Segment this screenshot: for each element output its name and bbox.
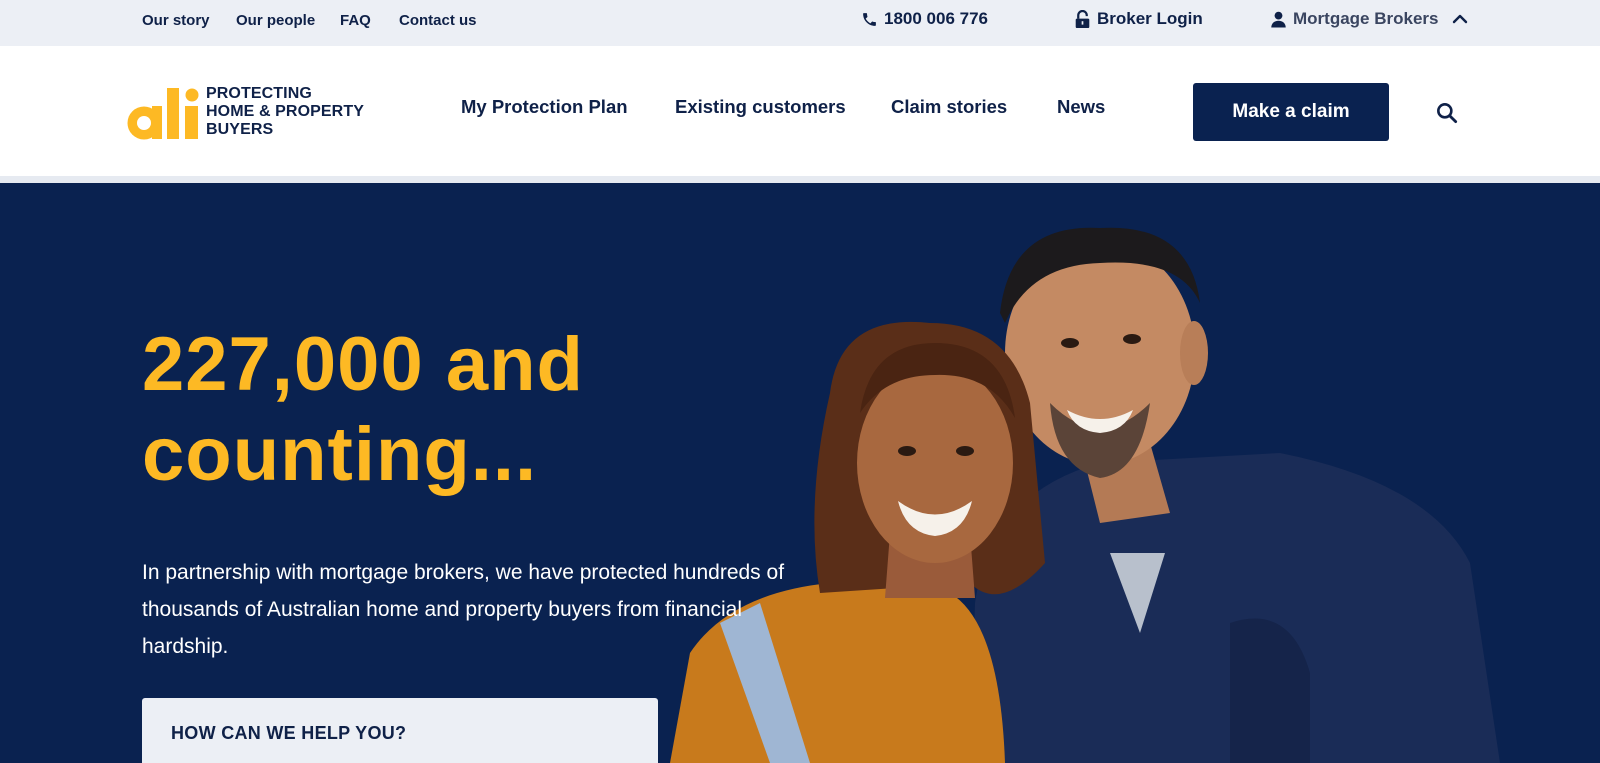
util-link-faq[interactable]: FAQ xyxy=(340,12,371,29)
nav-existing-customers[interactable]: Existing customers xyxy=(675,96,846,118)
user-icon xyxy=(1270,10,1287,28)
broker-login-label: Broker Login xyxy=(1097,9,1203,28)
phone-number: 1800 006 776 xyxy=(884,9,988,28)
util-link-our-people[interactable]: Our people xyxy=(236,12,315,29)
util-link-our-story[interactable]: Our story xyxy=(142,12,210,29)
hero-title: 227,000 and counting... xyxy=(142,320,702,500)
nav-my-protection-plan[interactable]: My Protection Plan xyxy=(461,96,628,118)
phone-link[interactable]: 1800 006 776 xyxy=(861,9,988,29)
broker-login-link[interactable]: Broker Login xyxy=(1074,9,1203,29)
logo-wordmark-graphic xyxy=(127,88,199,140)
utility-bar: Our story Our people FAQ Contact us 1800… xyxy=(0,0,1600,46)
audience-switch[interactable]: Mortgage Brokers xyxy=(1270,9,1468,29)
hero-title-line: 227,000 and xyxy=(142,322,584,407)
logo[interactable]: PROTECTING HOME & PROPERTY BUYERS xyxy=(124,84,364,142)
util-link-contact-us[interactable]: Contact us xyxy=(399,12,477,29)
hero-couple-photo xyxy=(670,227,1500,763)
lock-icon xyxy=(1074,9,1091,29)
hero-title-line: counting... xyxy=(142,412,538,497)
phone-icon xyxy=(861,11,878,28)
logo-tagline-line: BUYERS xyxy=(206,121,274,138)
logo-tagline-line: PROTECTING xyxy=(206,85,312,102)
nav-claim-stories[interactable]: Claim stories xyxy=(891,96,1007,118)
audience-switch-label: Mortgage Brokers xyxy=(1293,9,1439,28)
hero-body: In partnership with mortgage brokers, we… xyxy=(142,561,785,658)
help-card-title: HOW CAN WE HELP YOU? xyxy=(171,723,407,743)
search-button[interactable] xyxy=(1434,100,1460,126)
make-a-claim-button[interactable]: Make a claim xyxy=(1193,83,1389,141)
chevron-up-icon xyxy=(1452,13,1468,25)
hero-section: 227,000 and counting... In partnership w… xyxy=(0,183,1600,763)
help-card[interactable]: HOW CAN WE HELP YOU? xyxy=(142,698,658,763)
nav-news[interactable]: News xyxy=(1057,96,1105,118)
logo-tagline: PROTECTING HOME & PROPERTY BUYERS xyxy=(206,85,364,139)
search-icon xyxy=(1437,103,1458,124)
header-divider xyxy=(0,176,1600,183)
main-header: PROTECTING HOME & PROPERTY BUYERS My Pro… xyxy=(0,46,1600,176)
logo-tagline-line: HOME & PROPERTY xyxy=(206,103,364,120)
